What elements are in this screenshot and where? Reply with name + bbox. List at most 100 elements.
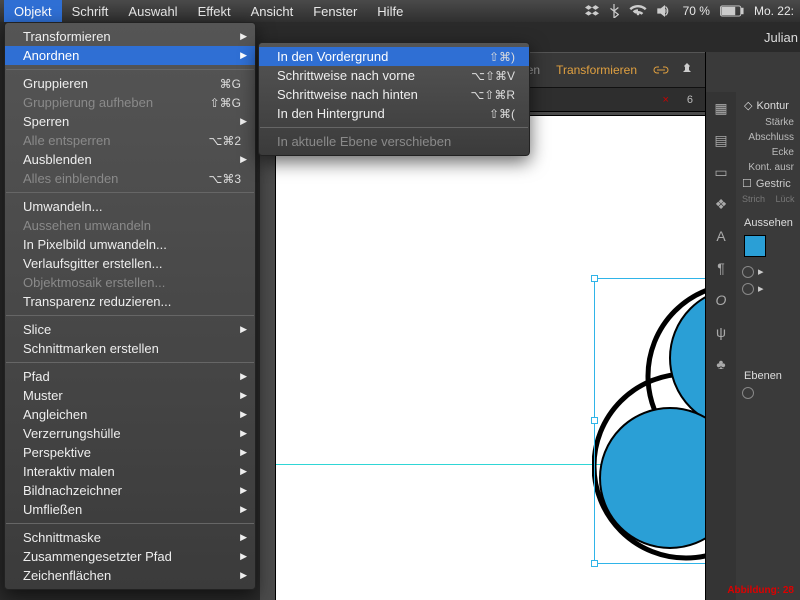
status-tray: 70 % Mo. 22:	[585, 4, 800, 18]
menu-item-label: Alles einblenden	[23, 171, 184, 186]
objekt-menu-item[interactable]: Zeichenflächen	[5, 566, 255, 585]
menu-hilfe[interactable]: Hilfe	[367, 0, 413, 22]
swatches-icon[interactable]: ▤	[711, 130, 731, 150]
objekt-menu-item[interactable]: Ausblenden	[5, 150, 255, 169]
anordnen-submenu: In den Vordergrund⇧⌘)Schrittweise nach v…	[258, 42, 530, 156]
objekt-menu-item[interactable]: Zusammengesetzter Pfad	[5, 547, 255, 566]
brushes-icon[interactable]: ▭	[711, 162, 731, 182]
objekt-menu-item: Alles einblenden⌥⌘3	[5, 169, 255, 188]
objekt-menu-item[interactable]: Schnittmarken erstellen	[5, 339, 255, 358]
menu-item-shortcut: ⌥⌘2	[184, 134, 241, 148]
kontur-panel-header[interactable]: ◇Kontur	[742, 96, 796, 115]
objekt-menu-item[interactable]: Gruppieren⌘G	[5, 74, 255, 93]
ebenen-panel-header[interactable]: Ebenen	[742, 367, 796, 385]
mac-menubar: Objekt Schrift Auswahl Effekt Ansicht Fe…	[0, 0, 800, 22]
objekt-menu-item[interactable]: Anordnen	[5, 46, 255, 65]
right-panels: ▦ ▤ ▭ ❖ A ¶ O ψ ♣ ◇Kontur Stärke Abschlu…	[705, 52, 800, 600]
anordnen-submenu-item[interactable]: In den Hintergrund⇧⌘(	[259, 104, 529, 123]
figure-caption: Abbildung: 28	[727, 585, 794, 596]
menu-fenster[interactable]: Fenster	[303, 0, 367, 22]
objekt-menu-item: Objektmosaik erstellen...	[5, 273, 255, 292]
menu-item-label: Schrittweise nach hinten	[277, 87, 446, 102]
objekt-menu-item[interactable]: Umfließen	[5, 500, 255, 519]
grid-icon[interactable]: ▦	[711, 98, 731, 118]
visibility-toggle-icon[interactable]	[742, 266, 754, 278]
objekt-menu-item[interactable]: Bildnachzeichner	[5, 481, 255, 500]
menu-ansicht[interactable]: Ansicht	[241, 0, 304, 22]
menu-item-label: Sperren	[23, 114, 241, 129]
selection-handle[interactable]	[591, 417, 598, 424]
aussehen-panel-header[interactable]: Aussehen	[742, 214, 796, 232]
objekt-menu-item[interactable]: Umwandeln...	[5, 197, 255, 216]
menu-item-label: Angleichen	[23, 407, 241, 422]
objekt-menu-item[interactable]: Transparenz reduzieren...	[5, 292, 255, 311]
visibility-toggle-icon[interactable]	[742, 283, 754, 295]
menu-item-label: Umwandeln...	[23, 199, 241, 214]
volume-icon	[657, 5, 673, 17]
menu-item-label: Perspektive	[23, 445, 241, 460]
menu-item-shortcut: ⌥⇧⌘R	[446, 88, 515, 102]
visibility-toggle-icon[interactable]	[742, 387, 754, 399]
paragraph-icon[interactable]: ¶	[711, 258, 731, 278]
objekt-menu-item[interactable]: Slice	[5, 320, 255, 339]
user-name: Julian	[764, 30, 798, 45]
menu-item-label: Aussehen umwandeln	[23, 218, 241, 233]
menu-item-label: Bildnachzeichner	[23, 483, 241, 498]
objekt-menu-item[interactable]: Sperren	[5, 112, 255, 131]
opentype-O-icon[interactable]: O	[711, 290, 731, 310]
gap-field-label: Lück	[776, 194, 795, 204]
anordnen-submenu-item[interactable]: Schrittweise nach vorne⌥⇧⌘V	[259, 66, 529, 85]
objekt-menu-item[interactable]: Interaktiv malen	[5, 462, 255, 481]
menu-item-shortcut: ⌥⇧⌘V	[447, 69, 515, 83]
objekt-menu-item[interactable]: Schnittmaske	[5, 528, 255, 547]
symbols-icon[interactable]: ❖	[711, 194, 731, 214]
anordnen-submenu-item[interactable]: In den Vordergrund⇧⌘)	[259, 47, 529, 66]
objekt-menu-item[interactable]: In Pixelbild umwandeln...	[5, 235, 255, 254]
menu-item-label: Schrittweise nach vorne	[277, 68, 447, 83]
menu-effekt[interactable]: Effekt	[188, 0, 241, 22]
menu-item-shortcut: ⌘G	[196, 77, 241, 91]
menu-item-label: Alle entsperren	[23, 133, 184, 148]
doc-x-icon[interactable]: ×	[662, 94, 668, 106]
link-icon[interactable]	[653, 62, 669, 78]
objekt-menu-item[interactable]: Pfad	[5, 367, 255, 386]
objekt-menu-item[interactable]: Muster	[5, 386, 255, 405]
fill-swatch[interactable]	[744, 235, 766, 257]
menu-item-label: Verzerrungshülle	[23, 426, 241, 441]
menu-item-label: Interaktiv malen	[23, 464, 241, 479]
menu-item-label: In den Hintergrund	[277, 106, 465, 121]
menu-item-label: Muster	[23, 388, 241, 403]
selection-handle[interactable]	[591, 275, 598, 282]
panel-stack: ◇Kontur Stärke Abschluss Ecke Kont. ausr…	[738, 92, 800, 600]
menu-item-label: Slice	[23, 322, 241, 337]
objekt-menu-item[interactable]: Perspektive	[5, 443, 255, 462]
selection-bounds[interactable]	[594, 278, 705, 564]
selection-handle[interactable]	[591, 560, 598, 567]
panel-ribbon: ▦ ▤ ▭ ❖ A ¶ O ψ ♣	[706, 92, 736, 600]
canvas-area[interactable]	[260, 112, 705, 600]
menu-item-label: Gruppierung aufheben	[23, 95, 186, 110]
menu-item-label: Schnittmaske	[23, 530, 241, 545]
menu-item-label: In den Vordergrund	[277, 49, 465, 64]
dropbox-icon	[585, 4, 599, 18]
anordnen-submenu-item[interactable]: Schrittweise nach hinten⌥⇧⌘R	[259, 85, 529, 104]
menu-objekt[interactable]: Objekt	[4, 0, 62, 22]
objekt-menu-item[interactable]: Verlaufsgitter erstellen...	[5, 254, 255, 273]
pushpin-icon[interactable]	[679, 62, 695, 78]
trident-icon[interactable]: ψ	[711, 322, 731, 342]
menu-auswahl[interactable]: Auswahl	[118, 0, 187, 22]
battery-icon	[720, 5, 744, 17]
objekt-menu-item[interactable]: Transformieren	[5, 27, 255, 46]
transform-tab[interactable]: Transformieren	[550, 61, 643, 79]
objekt-menu-item[interactable]: Verzerrungshülle	[5, 424, 255, 443]
objekt-menu-item[interactable]: Angleichen	[5, 405, 255, 424]
menu-item-label: Schnittmarken erstellen	[23, 341, 241, 356]
dashed-checkbox-row[interactable]: ☐Gestric	[742, 175, 796, 192]
menu-schrift[interactable]: Schrift	[62, 0, 119, 22]
play-icon[interactable]: ▸	[758, 265, 764, 278]
artboard[interactable]	[276, 116, 705, 600]
play-icon[interactable]: ▸	[758, 282, 764, 295]
type-A-icon[interactable]: A	[711, 226, 731, 246]
doc-some-number: 6	[687, 94, 693, 106]
club-icon[interactable]: ♣	[711, 354, 731, 374]
